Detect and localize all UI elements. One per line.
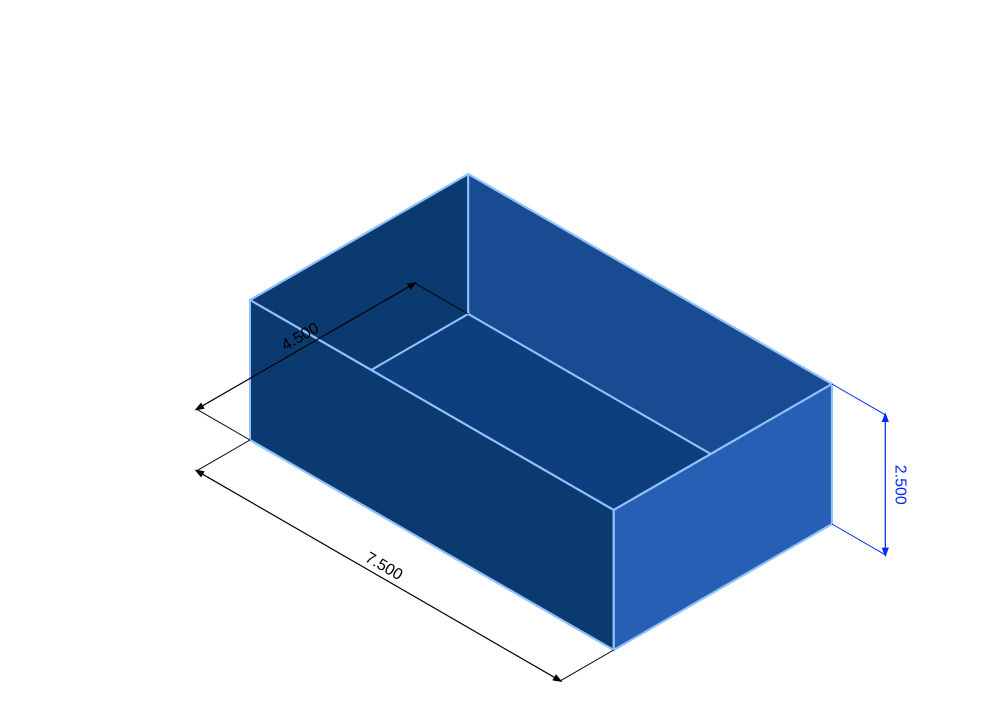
dim-length-ext1	[197, 440, 250, 471]
dim-length-ext2	[560, 650, 613, 681]
dim-width-ext1	[197, 409, 250, 440]
dim-height-ext2	[832, 384, 885, 415]
dim-height-ext1	[832, 524, 885, 555]
isometric-box-drawing: 7.5004.5002.500	[0, 0, 1000, 705]
dim-height-label: 2.500	[891, 465, 908, 505]
